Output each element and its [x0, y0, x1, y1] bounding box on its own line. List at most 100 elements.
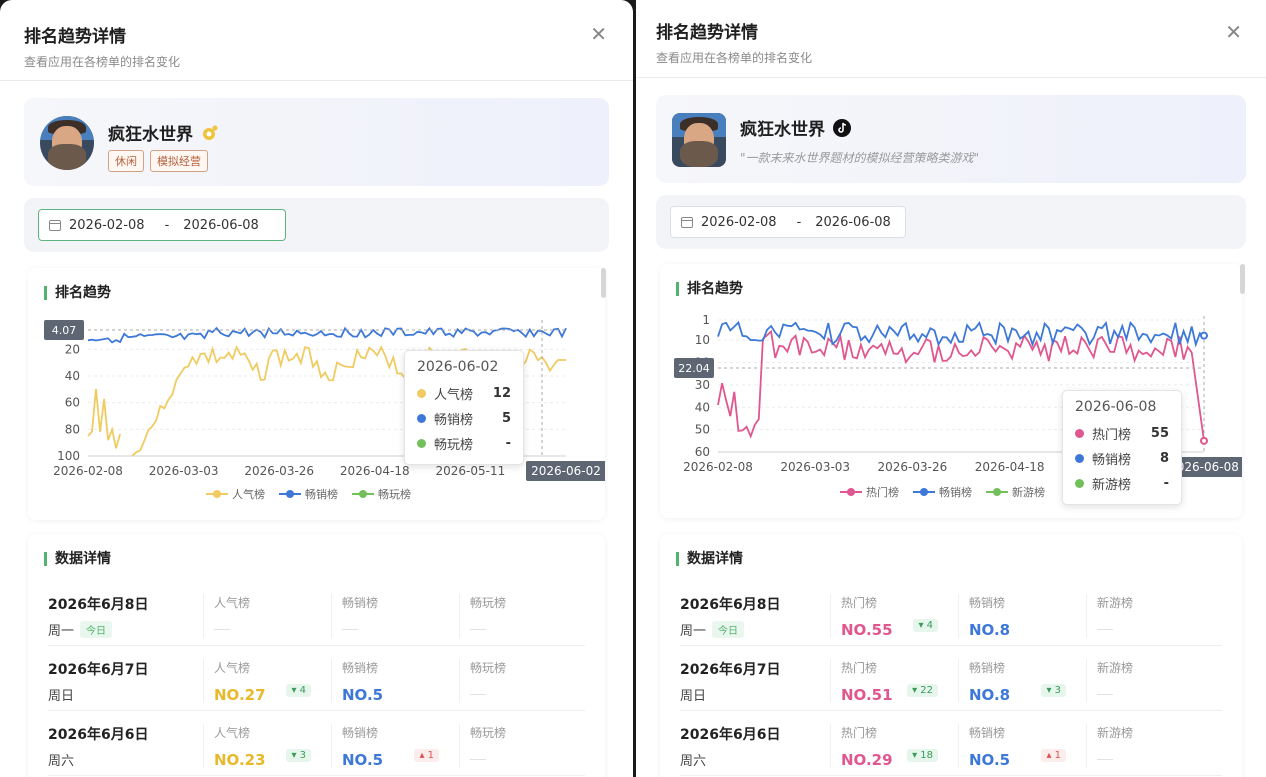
app-slogan: "一款末来水世界题材的模拟经营策略类游戏": [740, 151, 980, 165]
row-date: 2026年6月7日: [680, 662, 781, 678]
table-row[interactable]: 2026年6月7日 周日 人气榜 NO.27 ▾ 4 畅销榜 NO.5 畅玩榜: [48, 647, 585, 711]
rank-list-name: 新游榜: [1097, 726, 1134, 740]
legend-item[interactable]: 人气榜: [206, 486, 265, 502]
legend-marker: [840, 488, 862, 496]
tooltip-series-name: 人气榜: [434, 388, 474, 403]
table-row[interactable]: 2026年6月7日 周日 热门榜 NO.51 ▾ 22 畅销榜 NO.8 ▾ 3 新游榜: [680, 647, 1222, 711]
rank-list-name: 畅玩榜: [470, 661, 507, 675]
y-tick-label: 30: [695, 378, 710, 392]
weekday-label: 周一: [48, 624, 75, 639]
date-filter-bar: 2026-02-08 - 2026-06-08: [656, 195, 1246, 249]
rank-change-badge: ▴ 1: [414, 749, 439, 762]
chart-legend[interactable]: 人气榜 畅销榜 畅玩榜: [206, 486, 411, 502]
table-row[interactable]: 2026年6月8日 周一 今日 人气榜 畅销榜 畅玩榜: [48, 582, 585, 646]
rank-change-badge: ▴ 1: [1041, 749, 1066, 762]
y-tick-label: 1: [702, 313, 710, 327]
rank-change-badge: ▾ 3: [286, 749, 311, 762]
legend-item[interactable]: 畅销榜: [913, 484, 972, 500]
series-dot: [417, 414, 426, 423]
table-row[interactable]: 2026年6月6日 周六 人气榜 NO.23 ▾ 3 畅销榜 NO.5 ▴ 1 畅玩榜: [48, 712, 585, 776]
rank-trend-dialog-right: 排名趋势详情 查看应用在各榜单的排名变化 ✕ 疯狂水世界 "一款末来水世界题材的…: [636, 0, 1266, 777]
date-end[interactable]: 2026-06-08: [183, 218, 259, 233]
rank-change-badge: ▾ 22: [907, 684, 938, 697]
today-badge: 今日: [712, 621, 745, 638]
calendar-icon: [681, 216, 693, 228]
legend-item[interactable]: 新游榜: [986, 484, 1045, 500]
app-avatar: [672, 113, 726, 167]
weekday-label: 周日: [48, 689, 75, 704]
x-tick-label: 2026-03-03: [780, 460, 850, 474]
scrollbar[interactable]: [1240, 264, 1245, 294]
detail-card: 数据详情 2026年6月8日 周一 今日 人气榜 畅销榜 畅玩榜 2026年6月7日 周日 人气…: [28, 534, 605, 777]
weekday-label: 周六: [680, 754, 707, 769]
chart-legend[interactable]: 热门榜 畅销榜 新游榜: [840, 484, 1045, 500]
rank-cell: 人气榜 NO.23 ▾ 3: [203, 724, 319, 769]
legend-label: 新游榜: [1012, 486, 1045, 499]
rank-cell: 畅玩榜: [459, 594, 575, 638]
row-date: 2026年6月6日: [680, 727, 781, 743]
rank-value: NO.5: [342, 686, 384, 704]
rank-cell: 人气榜 NO.27 ▾ 4: [203, 659, 319, 704]
empty-dash: [1097, 629, 1113, 630]
row-weekday: 周日: [48, 685, 74, 704]
series-dot: [417, 389, 426, 398]
row-weekday: 周一 今日: [48, 620, 113, 639]
rank-trend-dialog-left: 排名趋势详情 查看应用在各榜单的排名变化 ✕ 疯狂水世界 休闲 模拟经营 202…: [0, 0, 633, 777]
tooltip-row: 畅玩榜 -: [417, 431, 511, 456]
y-pointer-label: 22.04: [678, 362, 710, 375]
table-row[interactable]: 2026年6月8日 周一 今日 热门榜 NO.55 ▾ 4 畅销榜 NO.8 新游榜: [680, 582, 1222, 646]
empty-dash: [470, 629, 486, 630]
divider: [636, 77, 1266, 78]
rank-list-name: 畅销榜: [969, 661, 1006, 675]
app-info-card: 疯狂水世界 休闲 模拟经营: [24, 98, 609, 186]
close-icon[interactable]: ✕: [590, 24, 607, 44]
date-end[interactable]: 2026-06-08: [815, 215, 891, 230]
table-row[interactable]: 2026年6月6日 周六 热门榜 NO.29 ▾ 18 畅销榜 NO.5 ▴ 1 新游榜: [680, 712, 1222, 776]
date-start[interactable]: 2026-02-08: [701, 215, 777, 230]
x-tick-label: 2026-06-02: [531, 464, 601, 478]
calendar-icon: [49, 219, 61, 231]
scrollbar[interactable]: [601, 268, 606, 298]
dialog-header: 排名趋势详情 查看应用在各榜单的排名变化: [656, 18, 812, 66]
date-separator: -: [164, 217, 170, 233]
detail-title: 数据详情: [44, 552, 111, 566]
rank-cell: 热门榜 NO.55 ▾ 4: [830, 594, 946, 639]
legend-item[interactable]: 畅销榜: [279, 486, 338, 502]
chart-tooltip: 2026-06-08 热门榜 55 畅销榜 8 新游榜 -: [1062, 390, 1182, 505]
rank-list-name: 新游榜: [1097, 661, 1134, 675]
app-name-row: 疯狂水世界: [108, 120, 219, 145]
row-date: 2026年6月7日: [48, 662, 149, 678]
tooltip-row: 畅销榜 5: [417, 406, 511, 431]
series-dot: [417, 439, 426, 448]
tiktok-icon: [833, 118, 851, 137]
date-range-picker[interactable]: 2026-02-08 - 2026-06-08: [38, 209, 286, 241]
rank-cell: 热门榜 NO.51 ▾ 22: [830, 659, 946, 704]
rank-cell: 畅销榜 NO.8: [958, 594, 1074, 639]
close-icon[interactable]: ✕: [1225, 22, 1242, 42]
date-separator: -: [796, 214, 802, 230]
trend-card: 排名趋势 11020304050602026-02-082026-03-0320…: [660, 264, 1242, 518]
y-tick-label: 40: [695, 400, 710, 414]
series-point: [1200, 331, 1208, 340]
rank-cell: 畅销榜 NO.8 ▾ 3: [958, 659, 1074, 704]
rank-cell: 畅玩榜: [459, 724, 575, 768]
detail-card: 数据详情 2026年6月8日 周一 今日 热门榜 NO.55 ▾ 4 畅销榜 NO.8 新游榜 2…: [660, 534, 1242, 777]
legend-item[interactable]: 畅玩榜: [352, 486, 411, 502]
x-tick-label: 2026-03-26: [878, 460, 948, 474]
row-weekday: 周日: [680, 685, 706, 704]
empty-dash: [470, 759, 486, 760]
x-tick-label: 2026-04-18: [340, 464, 410, 478]
date-start[interactable]: 2026-02-08: [69, 218, 145, 233]
legend-label: 人气榜: [232, 488, 265, 501]
legend-marker: [352, 490, 374, 498]
legend-marker: [206, 490, 228, 498]
tooltip-value: 55: [1150, 426, 1169, 441]
tooltip-series-name: 畅玩榜: [434, 438, 474, 453]
empty-dash: [1097, 759, 1113, 760]
x-tick-label: 2026-03-03: [149, 464, 219, 478]
rank-value: NO.8: [969, 621, 1011, 639]
date-range-picker[interactable]: 2026-02-08 - 2026-06-08: [670, 206, 906, 238]
y-pointer-label: 4.07: [52, 324, 77, 337]
legend-item[interactable]: 热门榜: [840, 484, 899, 500]
rank-change-badge: ▾ 4: [286, 684, 311, 697]
